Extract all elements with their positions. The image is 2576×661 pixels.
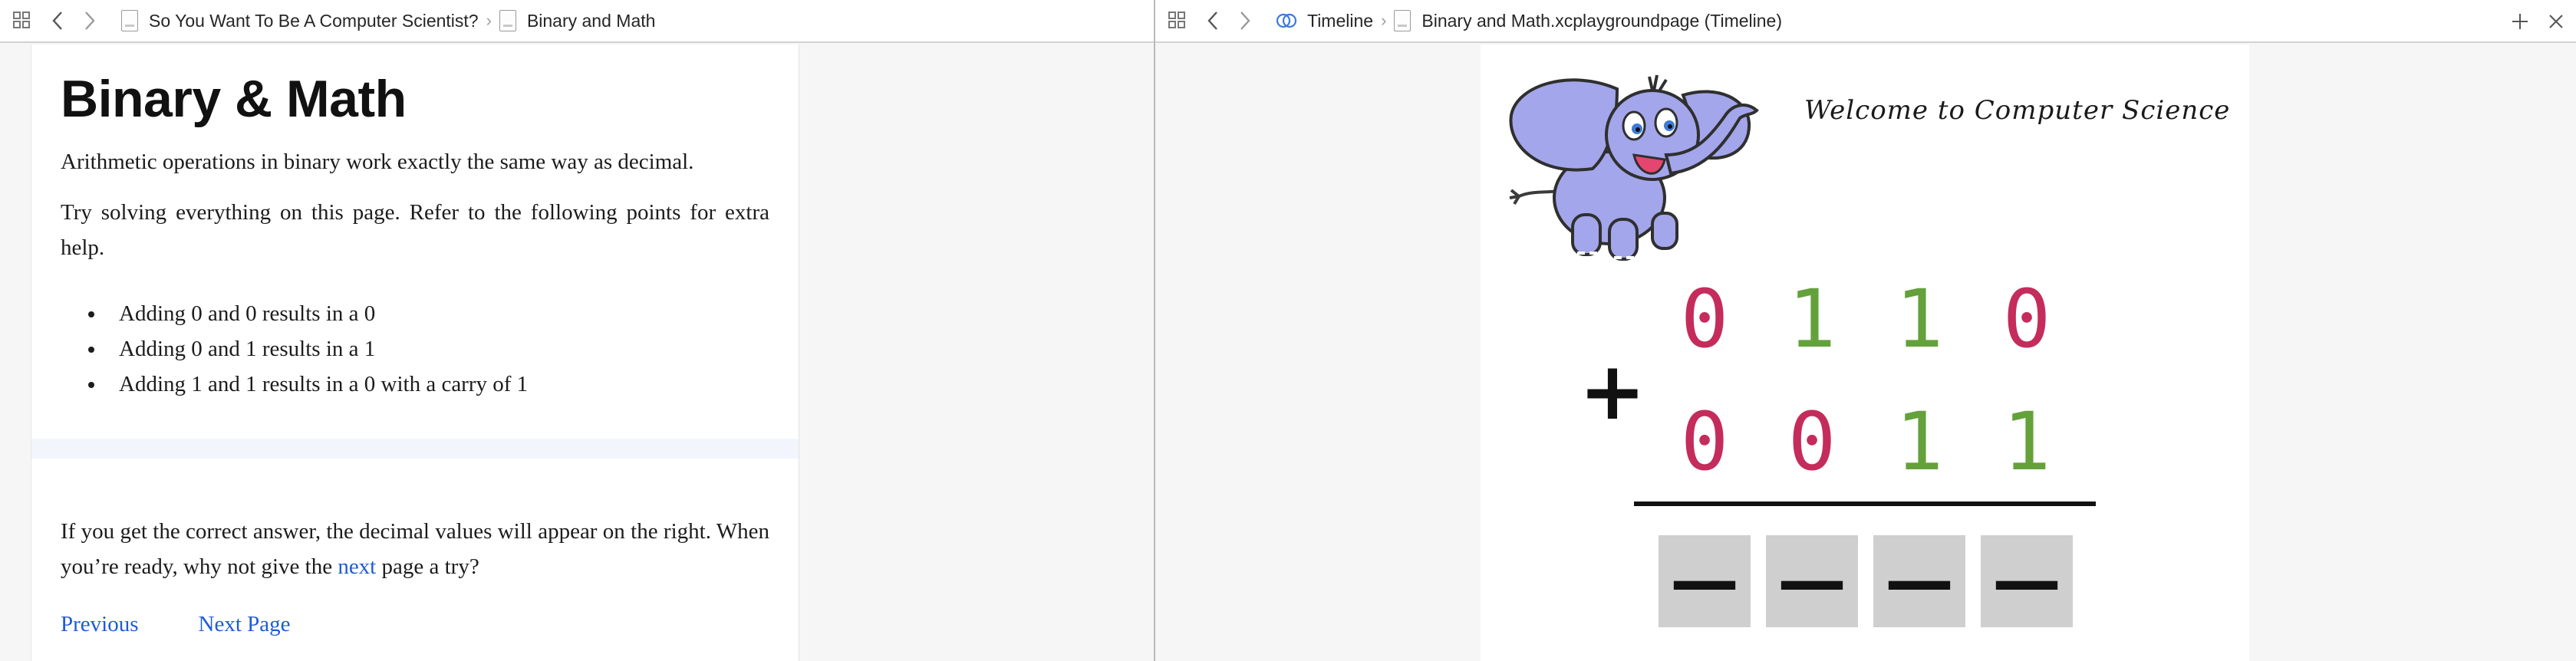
breadcrumb-separator: ›	[1381, 11, 1387, 30]
closing-paragraph: If you get the correct answer, the decim…	[61, 514, 769, 584]
breadcrumb-timeline[interactable]: Timeline	[1307, 11, 1373, 31]
live-view: Welcome to Computer Science + 0 1 1 0 0 …	[1481, 44, 2249, 661]
file-icon	[121, 10, 138, 31]
left-editor-pane: So You Want To Be A Computer Scientist? …	[0, 0, 1154, 661]
intro-paragraph: Arithmetic operations in binary work exa…	[61, 150, 694, 174]
next-inline-link[interactable]: next	[338, 554, 376, 579]
code-area-band[interactable]	[31, 439, 799, 459]
next-page-link[interactable]: Next Page	[199, 612, 291, 637]
grid-icon[interactable]	[12, 11, 32, 31]
page-navigation: Previous Next Page	[61, 612, 291, 637]
row2-digit-2: 0	[1787, 395, 1836, 488]
row1-digit-2: 1	[1787, 272, 1836, 366]
playground-document: Binary & Math Arithmetic operations in b…	[31, 44, 799, 661]
welcome-heading: Welcome to Computer Science	[1804, 95, 2231, 126]
left-jump-bar: So You Want To Be A Computer Scientist? …	[0, 0, 1154, 43]
list-item: Adding 0 and 0 results in a 0	[61, 296, 528, 331]
instruction-paragraph: Try solving everything on this page. Ref…	[61, 200, 769, 260]
list-item: Adding 1 and 1 results in a 0 with a car…	[61, 367, 528, 402]
answer-box-1[interactable]: —	[1659, 535, 1751, 627]
breadcrumb-page[interactable]: Binary and Math	[527, 11, 655, 31]
previous-link[interactable]: Previous	[61, 612, 139, 637]
grid-icon[interactable]	[1168, 11, 1188, 31]
row2-digit-3: 1	[1895, 395, 1944, 488]
page-title: Binary & Math	[61, 70, 407, 128]
breadcrumb-separator: ›	[486, 11, 492, 30]
plus-icon[interactable]	[2510, 12, 2530, 31]
assistant-editor-pane: Timeline › Binary and Math.xcplaygroundp…	[1155, 0, 2576, 661]
elephant-illustration	[1509, 74, 1759, 261]
row2-digit-4: 1	[2002, 395, 2051, 488]
chevron-right-icon[interactable]	[1237, 10, 1253, 31]
file-icon	[1394, 10, 1412, 31]
answer-box-3[interactable]: —	[1873, 535, 1965, 627]
row2-digit-1: 0	[1680, 395, 1729, 488]
editor-tools	[2510, 0, 2576, 43]
plus-operator: +	[1579, 344, 1646, 438]
hint-list: Adding 0 and 0 results in a 0 Adding 0 a…	[61, 296, 528, 402]
timeline-icon	[1275, 9, 1298, 32]
file-icon	[499, 10, 516, 31]
answer-box-4[interactable]: —	[1981, 535, 2073, 627]
row1-digit-4: 0	[2002, 272, 2051, 366]
sum-line	[1634, 502, 2096, 506]
closing-text-end: page a try?	[376, 554, 479, 579]
breadcrumb-project[interactable]: So You Want To Be A Computer Scientist?	[149, 11, 479, 31]
answer-box-2[interactable]: —	[1766, 535, 1858, 627]
right-jump-bar: Timeline › Binary and Math.xcplaygroundp…	[1155, 0, 2576, 43]
row1-digit-1: 0	[1680, 272, 1729, 366]
chevron-right-icon[interactable]	[81, 10, 98, 31]
list-item: Adding 0 and 1 results in a 1	[61, 331, 528, 367]
close-icon[interactable]	[2547, 12, 2565, 31]
breadcrumb-timeline-file[interactable]: Binary and Math.xcplaygroundpage (Timeli…	[1421, 11, 1782, 31]
chevron-left-icon[interactable]	[49, 10, 66, 31]
row1-digit-3: 1	[1895, 272, 1944, 366]
chevron-left-icon[interactable]	[1204, 10, 1221, 31]
